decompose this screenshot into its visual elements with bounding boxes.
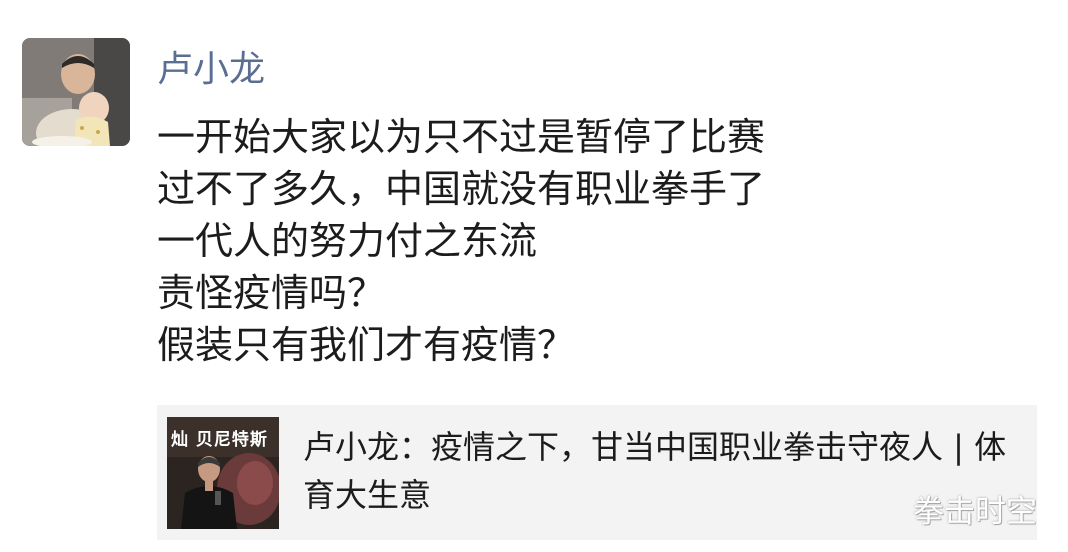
post-line: 一开始大家以为只不过是暂停了比赛: [157, 115, 766, 159]
article-thumbnail: 灿 贝尼特斯: [167, 417, 279, 529]
author-avatar[interactable]: [22, 38, 130, 146]
author-name[interactable]: 卢小龙: [157, 46, 265, 94]
shared-article-card[interactable]: 灿 贝尼特斯 卢小龙：疫情之下，甘当中国职业拳击守夜人 | 体育大生意: [157, 405, 1037, 540]
thumbnail-caption: 灿 贝尼特斯: [171, 430, 268, 450]
post-line: 假装只有我们才有疫情？: [157, 323, 576, 367]
post-content: 一开始大家以为只不过是暂停了比赛 过不了多久，中国就没有职业拳手了 一代人的努力…: [157, 111, 1017, 371]
post-line: 一代人的努力付之东流: [157, 219, 538, 263]
post-line: 过不了多久，中国就没有职业拳手了: [157, 167, 766, 211]
post-line: 责怪疫情吗？: [157, 271, 386, 315]
watermark: 拳击时空: [913, 494, 1037, 530]
avatar-photo: [22, 38, 130, 146]
